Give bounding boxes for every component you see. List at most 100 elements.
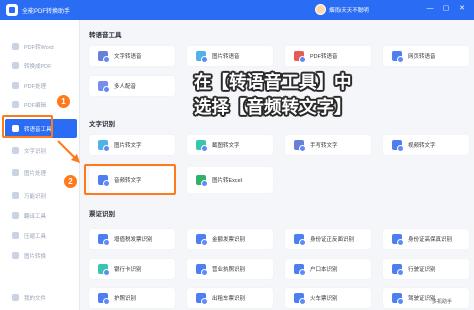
section-title-ocr: 文字识别	[89, 121, 115, 128]
card-label: 增值税发票识别	[114, 237, 153, 243]
card-video-to-text[interactable]: 视频转文字	[383, 135, 469, 155]
ocr-icon	[12, 147, 19, 154]
card-taxi-ticket[interactable]: 出租车票识别	[187, 288, 273, 308]
sidebar-item-translate[interactable]: 翻译工具	[5, 206, 77, 225]
card-label: 手写转文字	[310, 143, 338, 149]
card-pdf-to-speech[interactable]: PDF转语音	[285, 46, 371, 66]
card-vehicle-license[interactable]: 行驶证识别	[383, 259, 469, 279]
sidebar-item-my-files[interactable]: 我的文件	[5, 288, 77, 307]
sidebar-item-label: 万能识别	[24, 193, 47, 200]
card-household-register[interactable]: 户口本识别	[285, 259, 371, 279]
instruction-overlay: 在【转语音工具】中 选择【音频转文字】	[194, 70, 394, 130]
invoice-icon	[98, 234, 110, 246]
card-label: 身份证高保真识别	[408, 237, 453, 243]
card-image-to-excel[interactable]: 图片转Excel	[187, 167, 273, 193]
sidebar-item-label: PDF编辑	[24, 102, 47, 109]
card-screenshot-to-text[interactable]: 截图转文字	[187, 135, 273, 155]
card-label: 金额发票识别	[212, 237, 246, 243]
card-label: 营业执照识别	[212, 267, 246, 273]
card-web-to-speech[interactable]: 网页转语音	[383, 46, 469, 66]
main-content: 转语音工具 文字转语音 图片转语音 PDF转语音 网页转语音 多人配音 文字识别…	[81, 20, 474, 310]
id-card-icon	[294, 234, 306, 246]
sidebar-item-label: 文字识别	[24, 148, 47, 155]
minimize-button[interactable]: —	[426, 5, 434, 13]
card-label: 视频转文字	[408, 143, 436, 149]
sidebar-highlight-box	[2, 115, 53, 138]
web-icon	[392, 51, 404, 63]
pdf-process-icon	[12, 82, 19, 89]
license-icon	[392, 293, 404, 305]
card-image-to-speech[interactable]: 图片转语音	[187, 46, 273, 66]
user-profile[interactable]: 烟雨i天天不聪明	[315, 4, 369, 15]
folder-icon	[12, 294, 19, 301]
card-amount-invoice[interactable]: 金额发票识别	[187, 229, 273, 249]
sidebar-item-image-convert[interactable]: 图片转换	[5, 246, 77, 265]
image-icon	[98, 140, 110, 152]
card-multi-voice[interactable]: 多人配音	[89, 76, 175, 96]
card-driver-license[interactable]: 驾驶证识别	[383, 288, 469, 308]
text-icon	[98, 51, 110, 63]
card-passport[interactable]: 护照识别	[89, 288, 175, 308]
sidebar-item-label: 压缩工具	[24, 233, 47, 240]
convert-icon	[12, 62, 19, 69]
pdf-edit-icon	[12, 101, 19, 108]
card-label: 网页转语音	[408, 54, 436, 60]
excel-icon	[196, 175, 208, 187]
sidebar-item-convert-to-pdf[interactable]: 转换成PDF	[5, 56, 77, 75]
instruction-line-1: 在【转语音工具】中	[194, 72, 352, 92]
sidebar-item-universal-ocr[interactable]: 万能识别	[5, 186, 77, 205]
ticket-icon	[294, 293, 306, 305]
step-1-badge: 1	[56, 94, 71, 109]
card-id-card-both[interactable]: 身份证正反面识别	[285, 229, 371, 249]
card-business-license[interactable]: 营业执照识别	[187, 259, 273, 279]
passport-icon	[98, 293, 110, 305]
avatar[interactable]	[315, 4, 326, 15]
close-button[interactable]: ✕	[458, 5, 466, 13]
card-bank-card[interactable]: 银行卡识别	[89, 259, 175, 279]
section-title-voice: 转语音工具	[89, 32, 122, 39]
card-label: PDF转语音	[310, 54, 338, 60]
sidebar-item-label: PDF转Word	[24, 44, 54, 51]
card-label: 多人配音	[114, 84, 137, 90]
card-label: 文字转语音	[114, 54, 142, 60]
pdf-to-word-icon	[12, 43, 19, 50]
maximize-button[interactable]: ▢	[442, 5, 450, 13]
pdf-icon	[294, 51, 306, 63]
card-label: 图片转语音	[212, 54, 240, 60]
card-id-card-hd[interactable]: 身份证高保真识别	[383, 229, 469, 249]
username[interactable]: 烟雨i天天不聪明	[329, 6, 369, 14]
bank-card-icon	[98, 264, 110, 276]
card-label: 截图转文字	[212, 143, 240, 149]
translate-icon	[12, 212, 19, 219]
card-text-to-speech[interactable]: 文字转语音	[89, 46, 175, 66]
card-label: 行驶证识别	[408, 267, 436, 273]
card-vat-invoice[interactable]: 增值税发票识别	[89, 229, 175, 249]
sidebar-item-label: 图片转换	[24, 253, 47, 260]
card-label: 出租车票识别	[212, 296, 246, 302]
card-label: 火车票识别	[310, 296, 338, 302]
title-bar: 全能PDF转换助手 烟雨i天天不聪明 — ▢ ✕	[0, 0, 474, 20]
image-icon	[196, 51, 208, 63]
card-label: 护照识别	[114, 296, 137, 302]
card-label: 图片转文字	[114, 143, 142, 149]
sidebar-item-label: 图片处理	[24, 170, 47, 177]
card-image-to-text[interactable]: 图片转文字	[89, 135, 175, 155]
card-label: 身份证正反面识别	[310, 237, 355, 243]
household-register-icon	[294, 264, 306, 276]
card-label: 银行卡识别	[114, 267, 142, 273]
image-process-icon	[12, 169, 19, 176]
sidebar-item-label: 我的文件	[24, 295, 47, 302]
compress-icon	[12, 232, 19, 239]
card-handwriting-to-text[interactable]: 手写转文字	[285, 135, 371, 155]
sidebar-item-pdf-to-word[interactable]: PDF转Word	[5, 37, 77, 56]
sidebar-item-label: PDF处理	[24, 83, 47, 90]
id-card-icon	[392, 234, 404, 246]
sidebar-item-pdf-process[interactable]: PDF处理	[5, 76, 77, 95]
sidebar-item-label: 翻译工具	[24, 213, 47, 220]
sidebar-item-compress[interactable]: 压缩工具	[5, 226, 77, 245]
card-highlight-box	[84, 164, 176, 195]
app-logo-icon	[6, 4, 18, 16]
sidebar-item-label: 转换成PDF	[24, 63, 52, 70]
license-icon	[392, 264, 404, 276]
card-train-ticket[interactable]: 火车票识别	[285, 288, 371, 308]
